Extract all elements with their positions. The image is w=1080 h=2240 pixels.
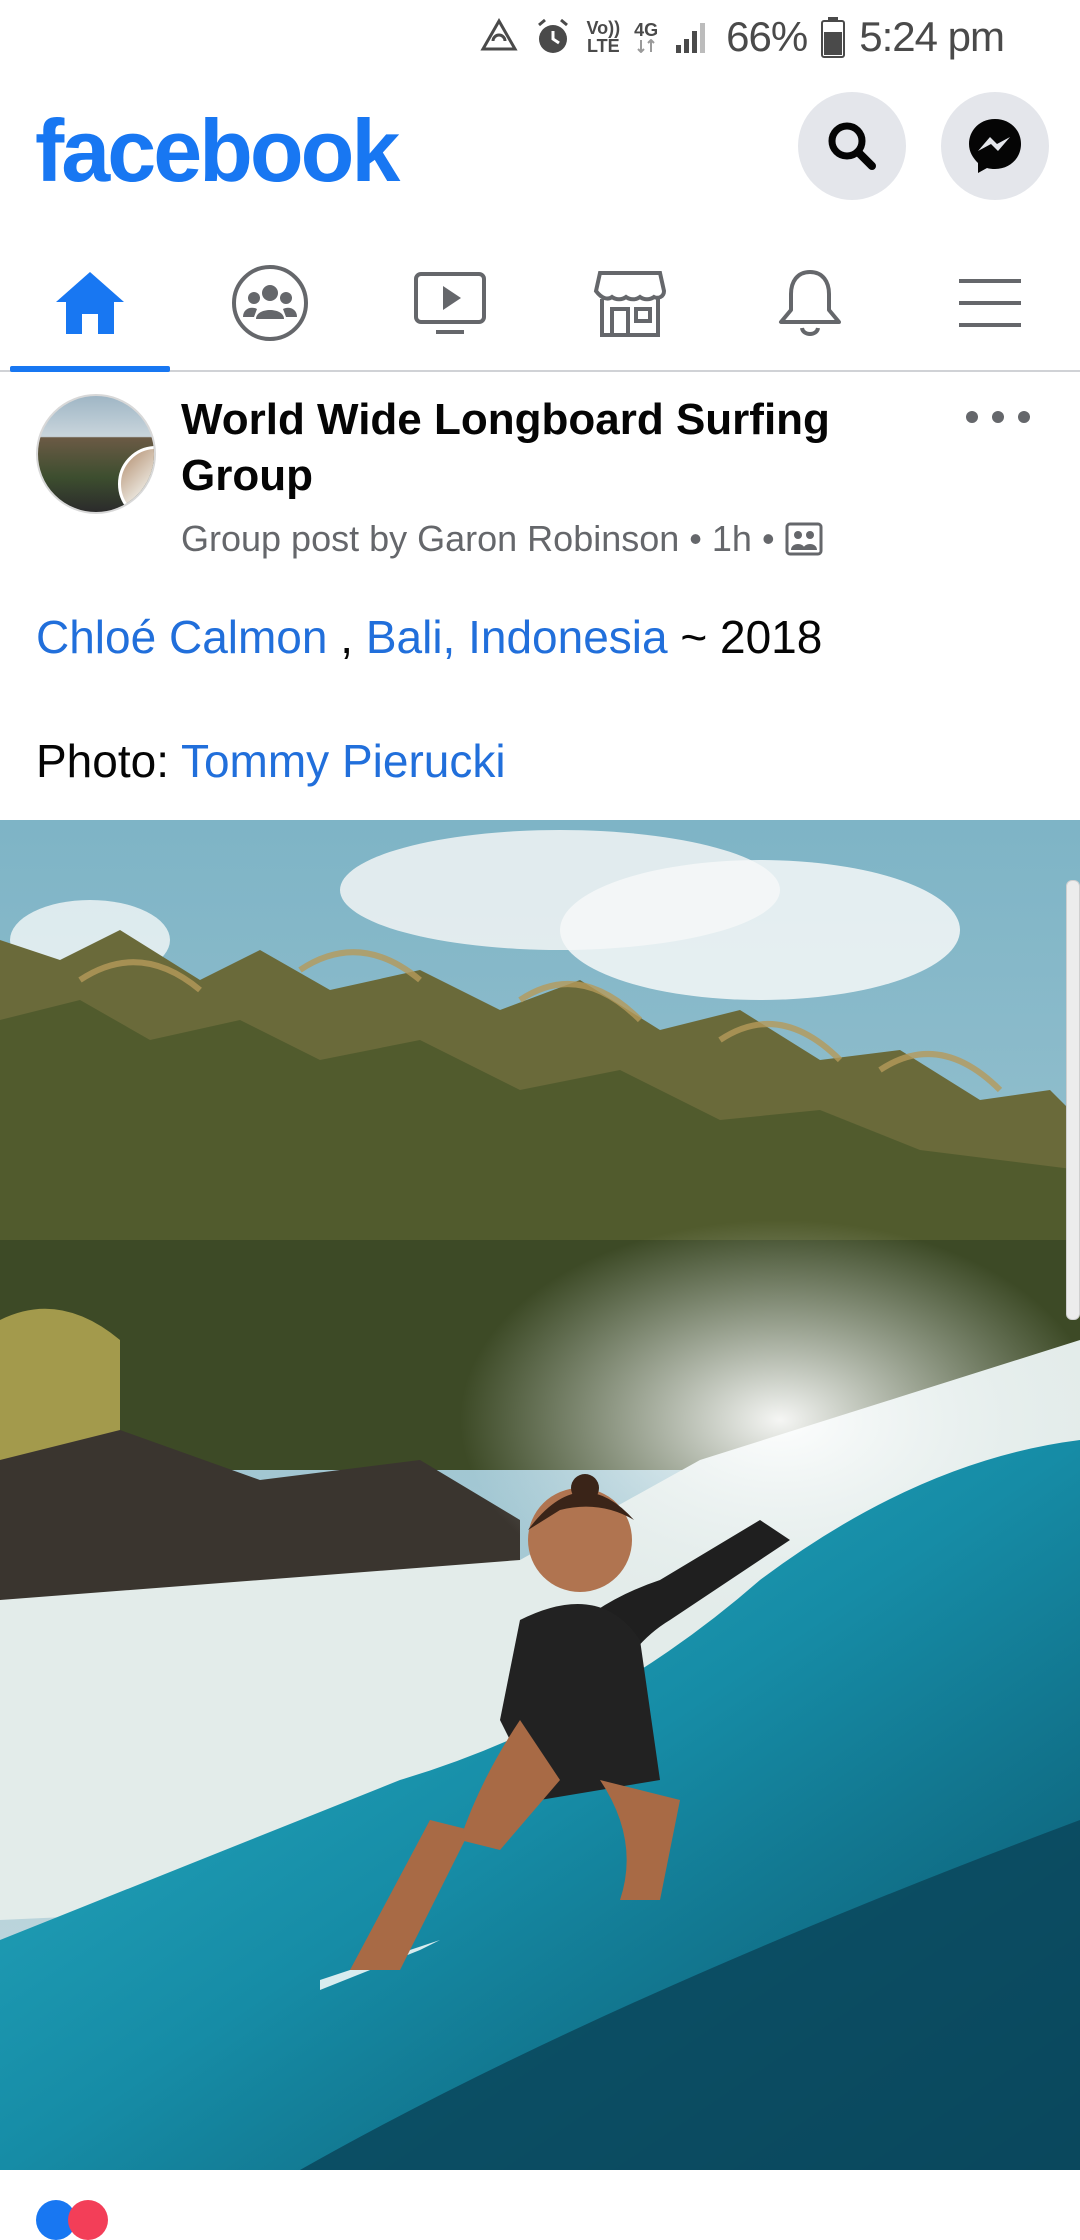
app-header: facebook <box>0 74 1080 214</box>
volte-bottom-label: LTE <box>586 36 620 56</box>
data-saver-icon <box>479 17 519 57</box>
group-name-link[interactable]: World Wide Longboard Surfing Group <box>181 392 881 504</box>
hamburger-menu-icon <box>959 279 1021 327</box>
dot-icon <box>992 411 1004 423</box>
search-icon <box>828 122 876 170</box>
facebook-logo[interactable]: facebook <box>35 100 400 202</box>
messenger-button[interactable] <box>941 92 1049 200</box>
tagged-person-link[interactable]: Chloé Calmon <box>36 611 327 663</box>
scrollbar[interactable] <box>1066 880 1080 1320</box>
reactions-summary[interactable] <box>36 2200 108 2240</box>
clock: 5:24 pm <box>859 13 1005 60</box>
author-avatar[interactable] <box>118 446 154 512</box>
alarm-icon <box>533 17 573 57</box>
meta-separator: • <box>689 518 702 559</box>
location-link[interactable]: Bali, Indonesia <box>366 611 668 663</box>
group-privacy-icon <box>785 522 823 556</box>
status-bar: Vo)) LTE 4G 66% 5:24 pm <box>0 0 1080 74</box>
tab-groups[interactable] <box>180 236 360 370</box>
main-nav <box>0 236 1080 372</box>
battery-icon <box>821 16 846 58</box>
group-avatar[interactable] <box>36 394 156 514</box>
post-text-line-2: Photo: Tommy Pierucki <box>36 730 1046 792</box>
messenger-icon <box>969 119 1021 173</box>
year-text: ~ 2018 <box>667 611 823 663</box>
post-text: Chloé Calmon , Bali, Indonesia ~ 2018 Ph… <box>36 606 1046 792</box>
meta-separator: • <box>761 518 775 559</box>
photo-label: Photo: <box>36 735 181 787</box>
volte-indicator: Vo)) LTE <box>587 19 621 55</box>
tab-watch[interactable] <box>360 236 540 370</box>
dot-icon <box>966 411 978 423</box>
post-more-options-button[interactable] <box>966 402 1030 432</box>
marketplace-icon <box>593 271 667 337</box>
surfer-photo-illustration <box>0 820 1080 2170</box>
battery-percent: 66% <box>726 13 808 60</box>
groups-icon <box>232 265 308 341</box>
home-icon <box>56 272 124 334</box>
tab-marketplace[interactable] <box>540 236 720 370</box>
tab-menu[interactable] <box>900 236 1080 370</box>
post-photo[interactable] <box>0 820 1080 2170</box>
search-button[interactable] <box>798 92 906 200</box>
post-time[interactable]: 1h <box>712 518 752 560</box>
photographer-link[interactable]: Tommy Pierucki <box>181 735 506 787</box>
volte-top-label: Vo)) <box>586 18 621 38</box>
tab-home[interactable] <box>0 236 180 372</box>
comma-text: , <box>327 611 366 663</box>
post-meta: Group post by Garon Robinson • 1h • <box>181 518 823 560</box>
watch-icon <box>414 272 486 334</box>
post-author[interactable]: Group post by Garon Robinson <box>181 518 679 560</box>
love-reaction-icon <box>68 2200 108 2240</box>
tab-notifications[interactable] <box>720 236 900 370</box>
post-text-line-1: Chloé Calmon , Bali, Indonesia ~ 2018 <box>36 606 1046 668</box>
bell-icon <box>779 270 841 336</box>
network-type-label: 4G <box>634 21 658 53</box>
signal-icon <box>672 17 712 57</box>
dot-icon <box>1018 411 1030 423</box>
